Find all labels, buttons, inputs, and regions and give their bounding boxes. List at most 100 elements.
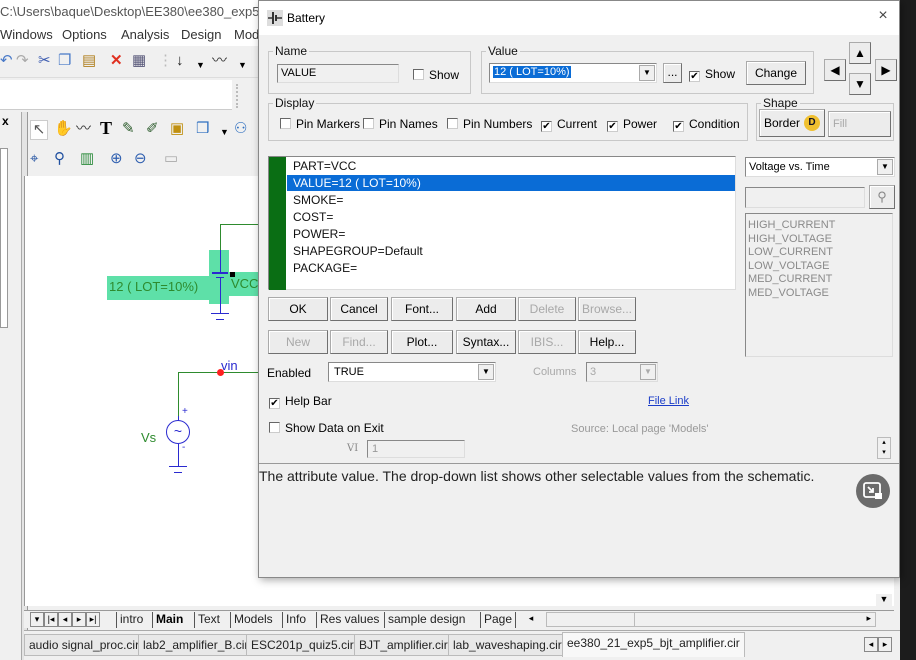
- attribute-row[interactable]: COST=: [287, 209, 735, 225]
- wire-icon[interactable]: 〰: [212, 52, 227, 70]
- menu-windows[interactable]: Windows: [0, 27, 53, 42]
- plot-button[interactable]: Plot...: [391, 330, 453, 354]
- horizontal-scrollbar[interactable]: ▸: [546, 612, 876, 627]
- cut-icon[interactable]: ✂: [38, 52, 51, 70]
- model-list-item[interactable]: LOW_VOLTAGE: [748, 260, 830, 274]
- page-tab-sample-design[interactable]: sample design: [384, 612, 468, 628]
- pan-hand-icon[interactable]: ✋: [54, 120, 73, 138]
- columns-dropdown-arrow[interactable]: ▼: [640, 364, 656, 380]
- attribute-row-selected[interactable]: VALUE=12 ( LOT=10%): [287, 175, 735, 191]
- select-box-icon[interactable]: ▦: [132, 52, 146, 70]
- page-tab-page[interactable]: Page: [480, 612, 517, 628]
- checkbox-box[interactable]: ✔: [689, 71, 700, 82]
- attribute-row[interactable]: POWER=: [287, 226, 735, 242]
- current-checkbox[interactable]: ✔ Current: [541, 117, 597, 132]
- checkbox-box[interactable]: [363, 118, 374, 129]
- ibis-button[interactable]: IBIS...: [518, 330, 576, 354]
- plot-type-dropdown-arrow[interactable]: ▼: [877, 159, 893, 175]
- model-search-input[interactable]: [745, 187, 865, 208]
- attribute-list[interactable]: PART=VCC VALUE=12 ( LOT=10%) SMOKE= COST…: [268, 156, 736, 290]
- canvas-scroll-down-button[interactable]: ▼: [876, 594, 892, 608]
- move-left-button[interactable]: ◀: [824, 59, 846, 81]
- pin-numbers-checkbox[interactable]: Pin Numbers: [447, 117, 532, 131]
- bus-icon[interactable]: ▣: [170, 120, 184, 138]
- properties-icon[interactable]: ▥: [80, 150, 94, 168]
- pin-names-checkbox[interactable]: Pin Names: [363, 117, 438, 131]
- delete-button[interactable]: Delete: [518, 297, 576, 321]
- pencil-icon[interactable]: ✐: [146, 120, 159, 138]
- ac-source-icon[interactable]: ~: [166, 420, 190, 444]
- value-browse-button[interactable]: ...: [663, 63, 682, 83]
- fit-page-icon[interactable]: ▭: [164, 150, 178, 168]
- horizontal-scrollbar-thumb[interactable]: [547, 613, 635, 626]
- model-list-item[interactable]: MED_VOLTAGE: [748, 287, 829, 301]
- move-down-button[interactable]: ▼: [849, 73, 871, 95]
- page-nav-prev-button[interactable]: ◂: [58, 612, 72, 627]
- menu-analysis[interactable]: Analysis: [121, 27, 169, 42]
- name-show-checkbox[interactable]: Show: [413, 68, 459, 82]
- file-tab[interactable]: lab_waveshaping.cir: [448, 634, 567, 656]
- vs-source-label[interactable]: Vs: [141, 430, 156, 445]
- cancel-button[interactable]: Cancel: [330, 297, 388, 321]
- help-bar-spinner[interactable]: ▴ ▾: [877, 437, 891, 459]
- new-button[interactable]: New: [268, 330, 328, 354]
- picture-in-picture-button[interactable]: [856, 474, 890, 508]
- page-tab-text[interactable]: Text: [194, 612, 223, 628]
- page-tab-res-values[interactable]: Res values: [316, 612, 382, 628]
- move-up-button[interactable]: ▲: [849, 42, 871, 64]
- copy-icon[interactable]: ❐: [58, 52, 71, 70]
- select-pointer-icon[interactable]: ↖: [30, 120, 48, 140]
- page-tab-models[interactable]: Models: [230, 612, 276, 628]
- component-icon[interactable]: ❒: [196, 120, 209, 138]
- attribute-row[interactable]: SMOKE=: [287, 192, 735, 208]
- find-button[interactable]: Find...: [330, 330, 388, 354]
- attribute-row[interactable]: SHAPEGROUP=Default: [287, 243, 735, 259]
- paste-icon[interactable]: ▤: [82, 52, 96, 70]
- wire-mode-icon[interactable]: 〰: [76, 120, 91, 138]
- menu-options[interactable]: Options: [62, 27, 107, 42]
- plot-type-dropdown[interactable]: Voltage vs. Time ▼: [745, 157, 895, 177]
- file-tab[interactable]: BJT_amplifier.cir: [354, 634, 453, 656]
- scroll-right-arrow-icon[interactable]: ▸: [866, 613, 871, 624]
- model-list[interactable]: HIGH_CURRENT HIGH_VOLTAGE LOW_CURRENT LO…: [745, 213, 893, 357]
- fill-button[interactable]: Fill: [828, 111, 891, 137]
- page-tabs-scroll-left-button[interactable]: ◂: [524, 612, 538, 627]
- file-tabs-scroll-left-button[interactable]: ◂: [864, 637, 878, 652]
- zoom-out-icon[interactable]: ⊖: [134, 150, 147, 168]
- show-data-on-exit-checkbox[interactable]: Show Data on Exit: [269, 421, 384, 435]
- menu-design[interactable]: Design: [181, 27, 221, 42]
- model-list-item[interactable]: HIGH_CURRENT: [748, 219, 835, 233]
- syntax-button[interactable]: Syntax...: [456, 330, 516, 354]
- file-tabs-scroll-right-button[interactable]: ▸: [878, 637, 892, 652]
- attribute-row[interactable]: PART=VCC: [287, 158, 735, 174]
- columns-dropdown[interactable]: 3 ▼: [586, 362, 658, 382]
- page-nav-last-button[interactable]: ▸|: [86, 612, 100, 627]
- checkbox-box[interactable]: [269, 422, 280, 433]
- dialog-title-bar[interactable]: Battery ×: [259, 1, 899, 35]
- vi-input[interactable]: 1: [367, 440, 465, 458]
- value-combobox[interactable]: 12 ( LOT=10%) ▼: [489, 63, 657, 83]
- page-nav-next-button[interactable]: ▸: [72, 612, 86, 627]
- move-right-button[interactable]: ▶: [875, 59, 897, 81]
- checkbox-box[interactable]: ✔: [607, 121, 618, 132]
- help-button[interactable]: Help...: [578, 330, 636, 354]
- checkbox-box[interactable]: [280, 118, 291, 129]
- add-button[interactable]: Add: [456, 297, 516, 321]
- page-tab-info[interactable]: Info: [282, 612, 309, 628]
- value-show-checkbox[interactable]: ✔ Show: [689, 67, 735, 82]
- checkbox-box[interactable]: ✔: [269, 398, 280, 409]
- value-input-selected-text[interactable]: 12 ( LOT=10%): [493, 66, 571, 78]
- model-list-item[interactable]: HIGH_VOLTAGE: [748, 233, 832, 247]
- pin-markers-checkbox[interactable]: Pin Markers: [280, 117, 360, 131]
- battery-name-label[interactable]: VCC: [231, 276, 258, 291]
- dropdown-arrow-icon[interactable]: ▼: [196, 56, 205, 74]
- find-in-page-icon[interactable]: ⌖: [30, 150, 38, 168]
- browse-button[interactable]: Browse...: [578, 297, 636, 321]
- diagonal-wire-icon[interactable]: ✎: [122, 120, 135, 138]
- delete-icon[interactable]: ✕: [110, 52, 123, 70]
- page-tab-main[interactable]: Main: [152, 612, 186, 628]
- checkbox-box[interactable]: [413, 69, 424, 80]
- enabled-dropdown[interactable]: TRUE ▼: [328, 362, 496, 382]
- page-tab-intro[interactable]: intro: [116, 612, 146, 628]
- find-model-button[interactable]: ⚲: [869, 185, 895, 209]
